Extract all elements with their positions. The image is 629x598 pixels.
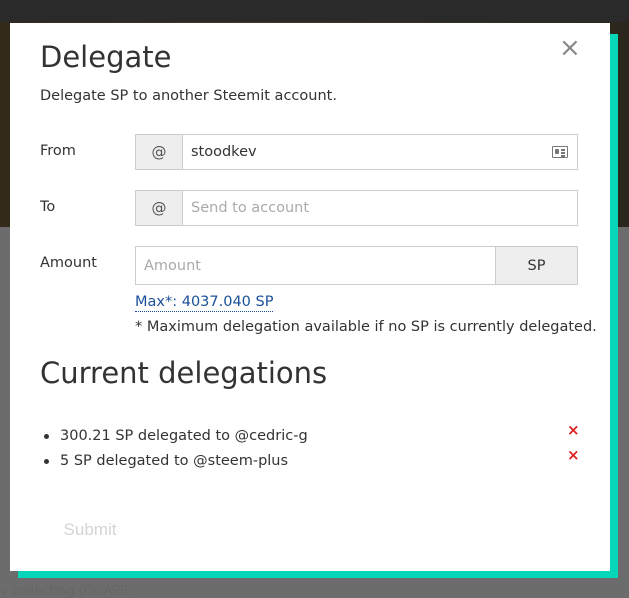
amount-input-group: Amount SP: [135, 246, 578, 285]
current-delegations-title: Current delegations: [40, 356, 328, 390]
to-input-group: @ Send to account: [135, 190, 578, 226]
amount-field[interactable]: Amount: [135, 246, 496, 285]
amount-label: Amount: [40, 255, 97, 271]
from-label: From: [40, 143, 76, 159]
delegation-text: 5 SP delegated to @steem-plus: [60, 453, 289, 469]
bullet-icon: [44, 433, 49, 439]
delegate-modal: [10, 23, 610, 571]
to-field[interactable]: Send to account: [183, 190, 578, 226]
close-icon[interactable]: ×: [559, 35, 581, 61]
list-item: 300.21 SP delegated to @cedric-g: [44, 428, 308, 444]
from-field[interactable]: stoodkev: [183, 134, 578, 170]
list-item: 5 SP delegated to @steem-plus: [44, 453, 288, 469]
max-amount-link[interactable]: Max*: 4037.040 SP: [135, 294, 274, 312]
delegation-text: 300.21 SP delegated to @cedric-g: [60, 428, 308, 444]
from-value: stoodkev: [191, 144, 257, 160]
to-label: To: [40, 199, 56, 215]
max-delegation-note: * Maximum delegation available if no SP …: [135, 319, 597, 335]
bullet-icon: [44, 458, 49, 464]
amount-unit-addon: SP: [496, 246, 578, 285]
to-at-addon: @: [135, 190, 183, 226]
remove-delegation-icon[interactable]: ×: [567, 421, 580, 439]
background-footer-text: y collecting 0% APR: [0, 584, 130, 598]
from-input-group: @ stoodkev: [135, 134, 578, 170]
modal-subtitle: Delegate SP to another Steemit account.: [40, 88, 337, 104]
from-at-addon: @: [135, 134, 183, 170]
remove-delegation-icon[interactable]: ×: [567, 446, 580, 464]
modal-title: Delegate: [40, 40, 172, 74]
submit-button[interactable]: Submit: [40, 510, 140, 550]
id-card-icon: [552, 146, 568, 158]
